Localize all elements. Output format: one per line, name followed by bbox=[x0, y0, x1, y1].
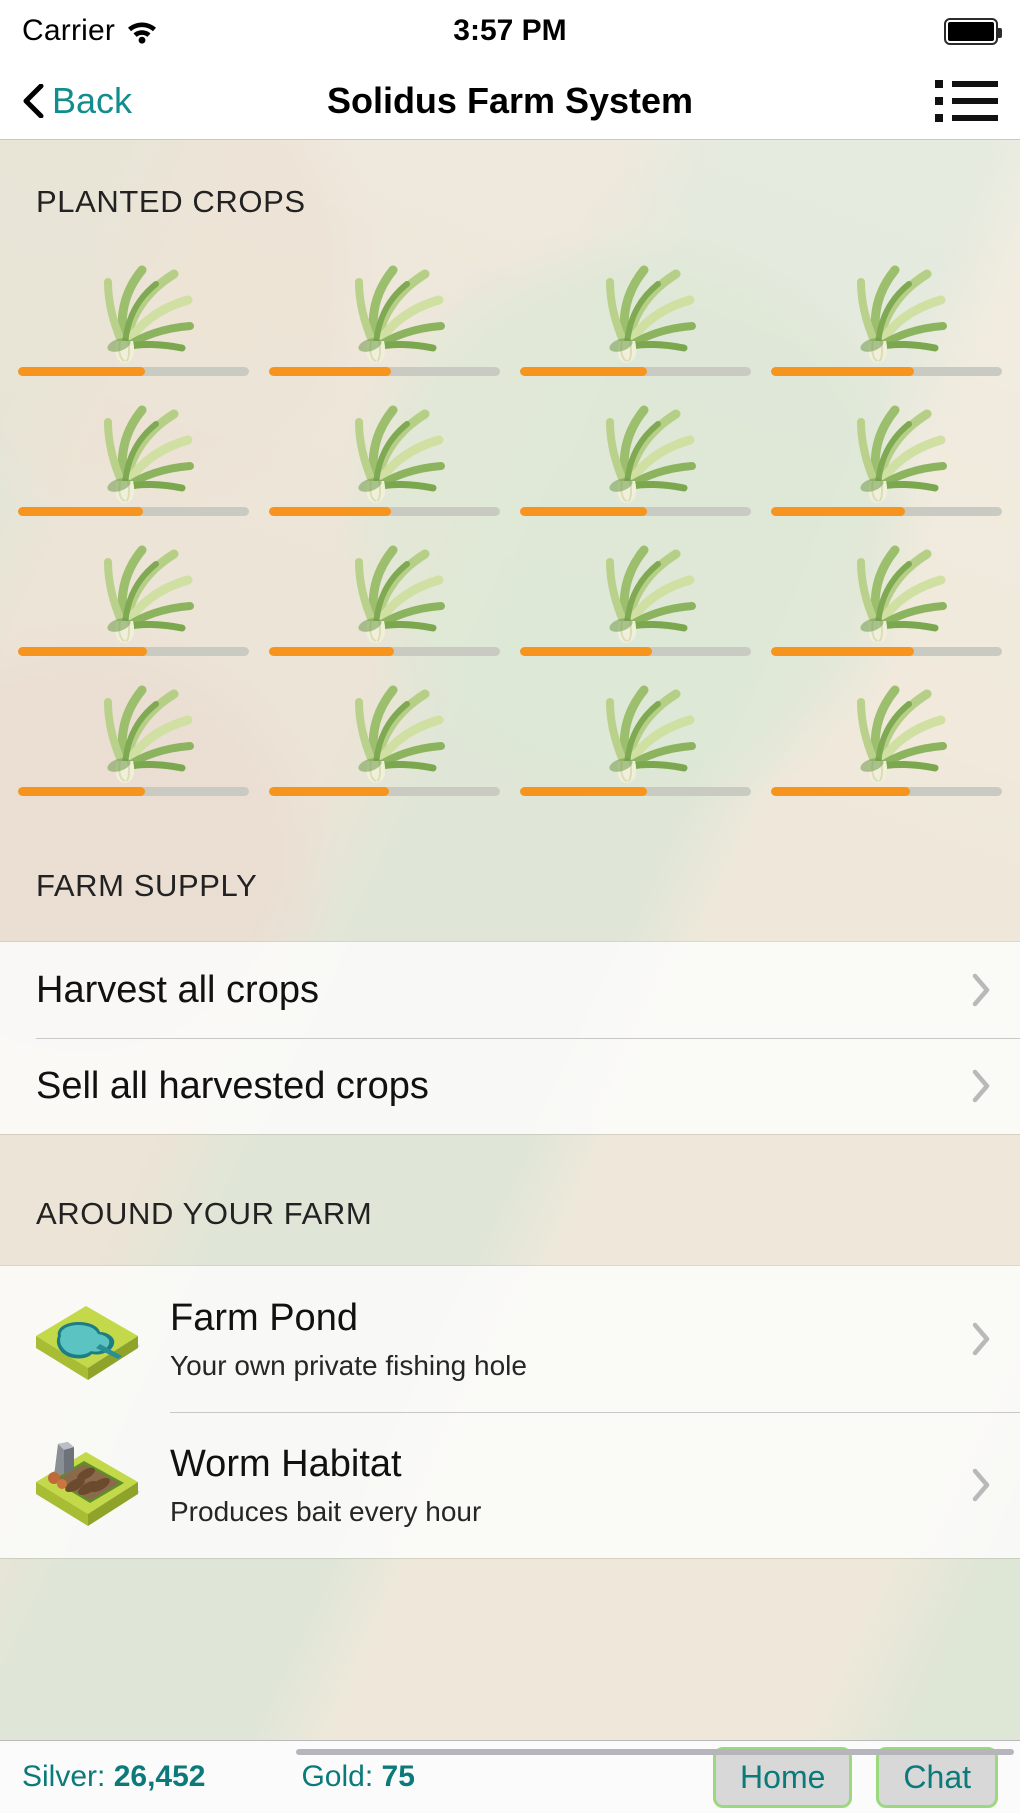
scallion-crop-icon bbox=[817, 244, 957, 369]
scallion-crop-icon bbox=[817, 664, 957, 789]
menu-row bbox=[935, 113, 998, 122]
planted-crops-grid bbox=[0, 242, 1020, 802]
silver-currency: Silver: 26,452 bbox=[22, 1760, 205, 1794]
crop-cell[interactable] bbox=[8, 382, 259, 522]
crop-cell[interactable] bbox=[761, 242, 1012, 382]
chevron-right-icon bbox=[972, 1322, 990, 1356]
crop-cell[interactable] bbox=[259, 522, 510, 662]
chevron-left-icon bbox=[22, 83, 44, 118]
crop-progress-bar bbox=[771, 787, 1002, 796]
back-button-label: Back bbox=[52, 79, 133, 121]
farm-supply-list: Harvest all crops Sell all harvested cro… bbox=[0, 942, 1020, 1134]
app-screen: Carrier 3:57 PM Back Solidus Farm System… bbox=[0, 0, 1020, 1813]
crop-progress-bar bbox=[771, 647, 1002, 656]
farm-row-title: Farm Pond bbox=[170, 1296, 358, 1339]
crop-cell[interactable] bbox=[510, 242, 761, 382]
scallion-crop-icon bbox=[315, 524, 455, 649]
navigation-bar: Back Solidus Farm System bbox=[0, 62, 1020, 140]
gold-currency: Gold: 75 bbox=[301, 1760, 414, 1794]
scallion-crop-icon bbox=[817, 384, 957, 509]
crop-progress-bar bbox=[18, 787, 249, 796]
planted-crops-header: PLANTED CROPS bbox=[36, 184, 306, 219]
crop-progress-bar bbox=[771, 507, 1002, 516]
sell-all-harvested-crops-row[interactable]: Sell all harvested crops bbox=[0, 1038, 1020, 1134]
status-bar-time: 3:57 PM bbox=[453, 14, 567, 47]
crop-progress-bar bbox=[269, 507, 500, 516]
gold-label: Gold: bbox=[301, 1760, 374, 1793]
crop-progress-bar bbox=[269, 787, 500, 796]
back-button[interactable]: Back bbox=[22, 80, 132, 122]
crop-progress-bar bbox=[520, 787, 751, 796]
farm-pond-icon bbox=[28, 1284, 148, 1394]
crop-progress-bar bbox=[18, 647, 249, 656]
farm-row-title: Worm Habitat bbox=[170, 1442, 402, 1485]
crop-cell[interactable] bbox=[259, 662, 510, 802]
home-button[interactable]: Home bbox=[713, 1746, 853, 1808]
scroll-indicator[interactable] bbox=[296, 1749, 1014, 1755]
crop-cell[interactable] bbox=[510, 382, 761, 522]
farm-supply-header: FARM SUPPLY bbox=[36, 868, 258, 903]
chat-button[interactable]: Chat bbox=[876, 1746, 998, 1808]
bottom-bar: Silver: 26,452 Gold: 75 Home Chat bbox=[0, 1740, 1020, 1813]
farm-pond-row[interactable]: Farm Pond Your own private fishing hole bbox=[0, 1266, 1020, 1412]
around-your-farm-header: AROUND YOUR FARM bbox=[36, 1196, 373, 1231]
row-label: Harvest all crops bbox=[36, 968, 319, 1011]
chevron-right-icon bbox=[972, 973, 990, 1007]
crop-cell[interactable] bbox=[8, 522, 259, 662]
crop-progress-bar bbox=[18, 507, 249, 516]
menu-row bbox=[935, 79, 998, 88]
crop-cell[interactable] bbox=[8, 662, 259, 802]
crop-progress-bar bbox=[520, 647, 751, 656]
crop-cell[interactable] bbox=[259, 242, 510, 382]
scallion-crop-icon bbox=[566, 244, 706, 369]
scallion-crop-icon bbox=[566, 384, 706, 509]
farm-row-description: Produces bait every hour bbox=[170, 1495, 482, 1527]
crop-progress-bar bbox=[18, 367, 249, 376]
worm-habitat-text: Worm Habitat Produces bait every hour bbox=[170, 1443, 481, 1528]
worm-habitat-icon bbox=[28, 1430, 148, 1540]
chevron-right-icon bbox=[972, 1468, 990, 1502]
page-title: Solidus Farm System bbox=[326, 79, 694, 121]
scallion-crop-icon bbox=[64, 244, 204, 369]
crop-progress-bar bbox=[269, 647, 500, 656]
crop-progress-bar bbox=[520, 367, 751, 376]
status-bar: Carrier 3:57 PM bbox=[0, 0, 1020, 62]
crop-cell[interactable] bbox=[510, 522, 761, 662]
crop-progress-bar bbox=[771, 367, 1002, 376]
scallion-crop-icon bbox=[566, 524, 706, 649]
crop-progress-bar bbox=[269, 367, 500, 376]
crop-cell[interactable] bbox=[761, 522, 1012, 662]
scallion-crop-icon bbox=[64, 524, 204, 649]
crop-cell[interactable] bbox=[761, 382, 1012, 522]
status-bar-right bbox=[944, 17, 1002, 45]
harvest-all-crops-row[interactable]: Harvest all crops bbox=[0, 942, 1020, 1038]
scallion-crop-icon bbox=[315, 664, 455, 789]
gold-value: 75 bbox=[381, 1760, 415, 1793]
menu-row bbox=[935, 96, 998, 105]
crop-cell[interactable] bbox=[510, 662, 761, 802]
crop-progress-bar bbox=[520, 507, 751, 516]
crop-cell[interactable] bbox=[8, 242, 259, 382]
silver-value: 26,452 bbox=[113, 1760, 206, 1793]
scallion-crop-icon bbox=[64, 384, 204, 509]
silver-label: Silver: bbox=[22, 1760, 106, 1793]
crop-cell[interactable] bbox=[259, 382, 510, 522]
farm-pond-text: Farm Pond Your own private fishing hole bbox=[170, 1297, 527, 1382]
scallion-crop-icon bbox=[817, 524, 957, 649]
scallion-crop-icon bbox=[315, 244, 455, 369]
crop-cell[interactable] bbox=[761, 662, 1012, 802]
chevron-right-icon bbox=[972, 1069, 990, 1103]
scallion-crop-icon bbox=[64, 664, 204, 789]
scroll-content[interactable]: PLANTED CROPS FARM SUPPLY Harvest all cr… bbox=[0, 140, 1020, 1740]
row-label: Sell all harvested crops bbox=[36, 1064, 429, 1107]
scallion-crop-icon bbox=[315, 384, 455, 509]
list-menu-icon[interactable] bbox=[935, 79, 998, 122]
around-your-farm-list: Farm Pond Your own private fishing hole … bbox=[0, 1266, 1020, 1558]
worm-habitat-row[interactable]: Worm Habitat Produces bait every hour bbox=[0, 1412, 1020, 1558]
battery-full-icon bbox=[944, 17, 1002, 45]
scallion-crop-icon bbox=[566, 664, 706, 789]
farm-row-description: Your own private fishing hole bbox=[170, 1349, 527, 1381]
